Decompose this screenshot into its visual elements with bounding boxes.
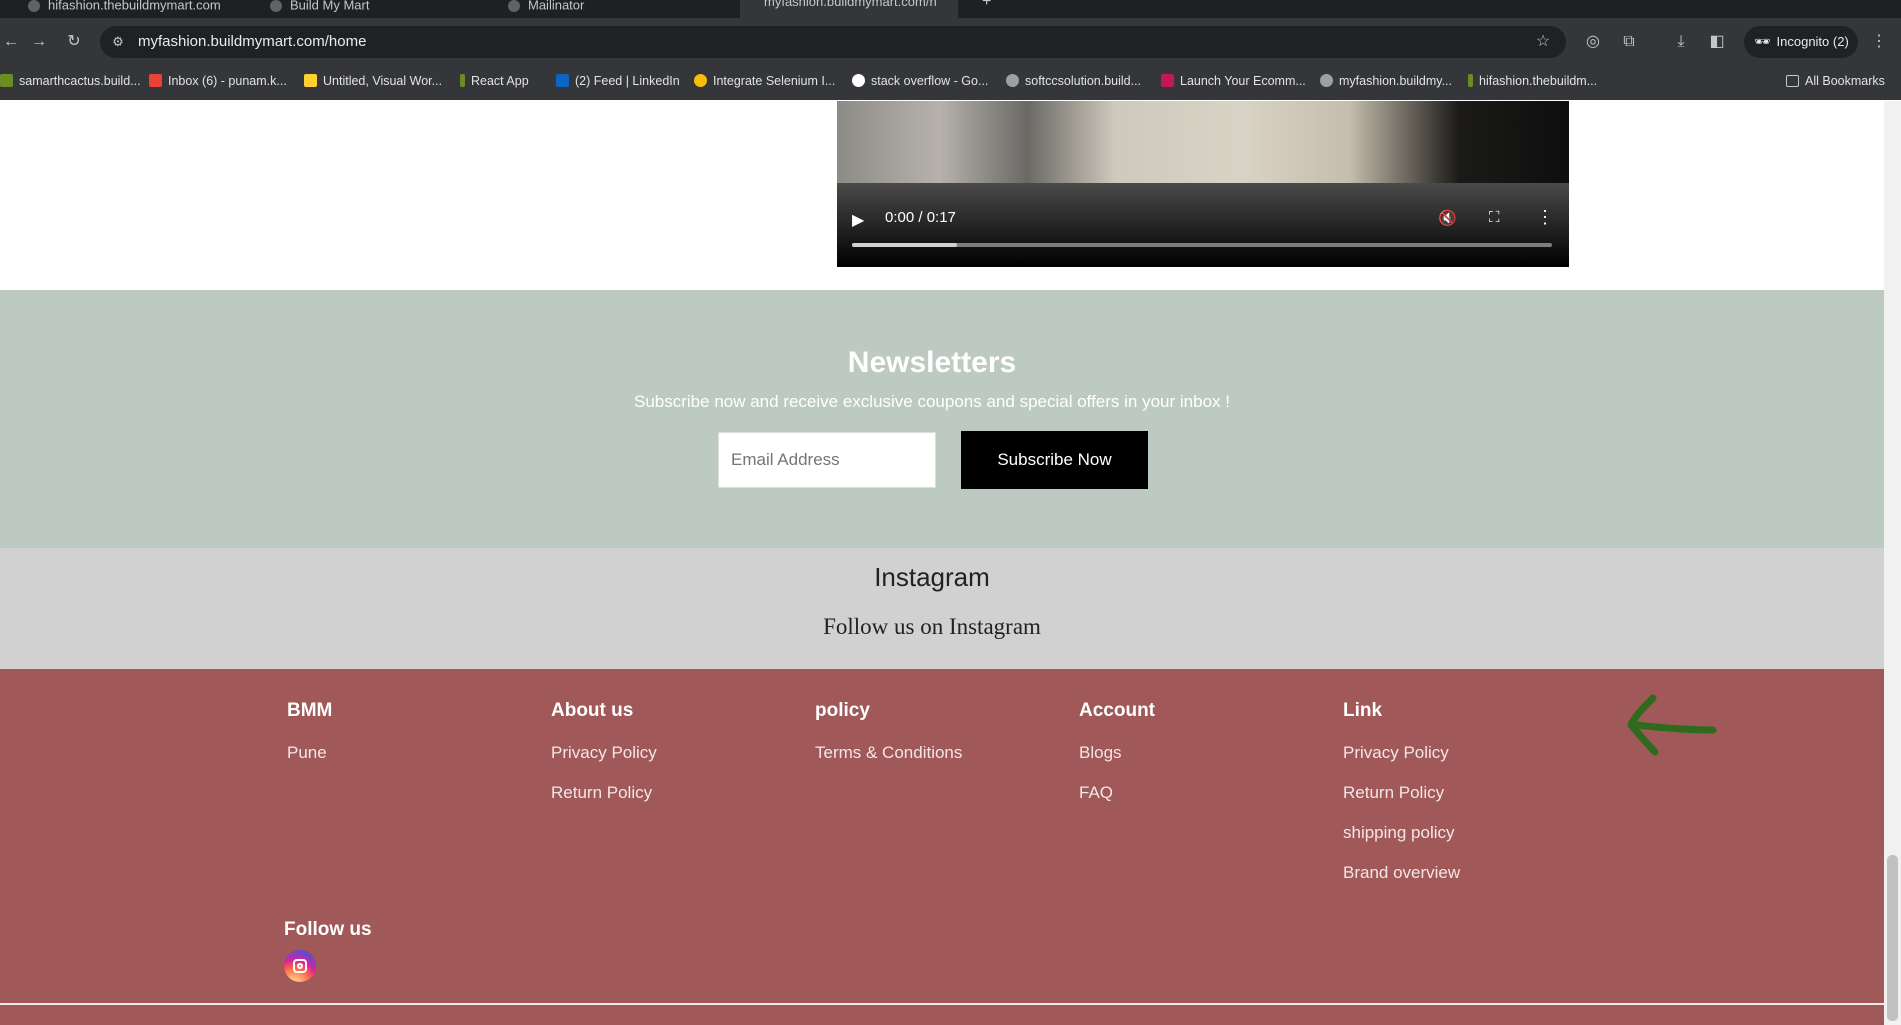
miro-icon <box>304 74 317 87</box>
side-panel-icon[interactable]: ◧ <box>1706 33 1728 51</box>
fullscreen-icon[interactable]: ⛶ <box>1489 209 1500 226</box>
video-progress-bar[interactable] <box>852 243 1552 247</box>
footer-link[interactable]: Brand overview <box>1343 863 1460 883</box>
chrome-icon <box>694 74 707 87</box>
newsletter-title: Newsletters <box>847 346 1017 379</box>
browser-tab[interactable]: Build My Mart✕ <box>270 0 480 18</box>
bookmark-item[interactable]: (2) Feed | LinkedIn <box>556 74 680 88</box>
folder-icon <box>1786 75 1799 87</box>
video-frame <box>837 101 1569 183</box>
subscribe-button[interactable]: Subscribe Now <box>961 431 1148 489</box>
bookmark-item[interactable]: Inbox (6) - punam.k... <box>149 74 287 88</box>
favicon-icon <box>1468 74 1473 87</box>
video-time: 0:00 / 0:17 <box>885 209 956 226</box>
favicon-icon <box>270 0 282 12</box>
all-bookmarks[interactable]: All Bookmarks <box>1786 74 1885 88</box>
instagram-subtitle: Follow us on Instagram <box>823 614 1041 639</box>
site-info-icon[interactable]: ⚙ <box>107 33 129 51</box>
color-extension-icon[interactable]: ◎ <box>1582 33 1604 51</box>
footer-heading-account: Account <box>1079 700 1155 721</box>
extensions-icon[interactable]: ⧉ <box>1618 33 1640 51</box>
google-icon <box>852 74 865 87</box>
reload-icon[interactable]: ↻ <box>63 33 85 51</box>
instagram-icon[interactable] <box>284 950 316 982</box>
gmail-icon <box>149 74 162 87</box>
bookmark-item[interactable]: myfashion.buildmy... <box>1320 74 1452 88</box>
bookmark-item[interactable]: Integrate Selenium I... <box>694 74 835 88</box>
footer-link[interactable]: Return Policy <box>1343 783 1444 803</box>
incognito-badge[interactable]: 🕶 Incognito (2) <box>1744 26 1858 58</box>
scrollbar-thumb[interactable] <box>1887 855 1898 1021</box>
favicon-icon <box>508 0 520 12</box>
site-footer <box>0 669 1884 1025</box>
footer-heading-policy: policy <box>815 700 870 721</box>
bookmark-star-icon[interactable]: ☆ <box>1532 33 1554 51</box>
incognito-icon: 🕶 <box>1754 34 1771 49</box>
favicon-icon <box>1161 74 1174 87</box>
url-text[interactable]: myfashion.buildmymart.com/home <box>138 33 366 50</box>
favicon-icon <box>460 74 465 87</box>
footer-link[interactable]: shipping policy <box>1343 823 1455 843</box>
footer-link[interactable]: FAQ <box>1079 783 1113 803</box>
video-progress-fill <box>852 243 957 247</box>
globe-icon <box>1006 74 1019 87</box>
footer-heading-bmm: BMM <box>287 700 333 721</box>
footer-heading-about: About us <box>551 700 634 721</box>
bookmark-item[interactable]: samarthcactus.build... <box>0 74 141 88</box>
browser-tab-active[interactable]: myfashion.buildmymart.com/h✕ <box>740 0 958 18</box>
newsletter-section <box>0 290 1884 548</box>
menu-icon[interactable]: ⋮ <box>1868 33 1890 51</box>
bookmark-item[interactable]: Launch Your Ecomm... <box>1161 74 1306 88</box>
favicon-icon <box>0 74 13 87</box>
email-field[interactable] <box>718 432 936 488</box>
footer-heading-link: Link <box>1343 700 1383 721</box>
video-more-icon[interactable]: ⋮ <box>1536 207 1554 228</box>
globe-icon <box>1320 74 1333 87</box>
forward-icon[interactable]: → <box>28 33 50 51</box>
tab-strip: hifashion.thebuildmymart.com✕ Build My M… <box>0 0 1901 18</box>
linkedin-icon <box>556 74 569 87</box>
instagram-title: Instagram <box>874 562 990 592</box>
instagram-glyph <box>293 959 307 973</box>
footer-link[interactable]: Privacy Policy <box>551 743 657 763</box>
footer-link[interactable]: Terms & Conditions <box>815 743 962 763</box>
newsletter-subtitle: Subscribe now and receive exclusive coup… <box>634 392 1230 411</box>
bookmark-item[interactable]: React App <box>460 74 529 88</box>
volume-icon[interactable]: 🔇 <box>1438 209 1457 227</box>
annotation-arrow-icon <box>1627 694 1717 756</box>
browser-tab[interactable]: Mailinator✕ <box>508 0 718 18</box>
bookmark-item[interactable]: Untitled, Visual Wor... <box>304 74 442 88</box>
new-tab-icon[interactable]: + <box>982 0 1002 18</box>
footer-link[interactable]: Return Policy <box>551 783 652 803</box>
browser-tab[interactable]: hifashion.thebuildmymart.com✕ <box>28 0 238 18</box>
follow-us-label: Follow us <box>284 919 372 940</box>
footer-link[interactable]: Blogs <box>1079 743 1122 763</box>
play-icon[interactable]: ▶ <box>852 210 864 230</box>
download-icon[interactable]: ⤓ <box>1670 33 1692 51</box>
footer-link[interactable]: Pune <box>287 743 327 763</box>
favicon-icon <box>28 0 40 12</box>
bookmark-item[interactable]: softccsolution.build... <box>1006 74 1141 88</box>
footer-link[interactable]: Privacy Policy <box>1343 743 1449 763</box>
bookmark-item[interactable]: stack overflow - Go... <box>852 74 988 88</box>
footer-divider <box>0 1003 1884 1005</box>
bookmark-item[interactable]: hifashion.thebuildm... <box>1468 74 1597 88</box>
back-icon[interactable]: ← <box>0 33 22 51</box>
